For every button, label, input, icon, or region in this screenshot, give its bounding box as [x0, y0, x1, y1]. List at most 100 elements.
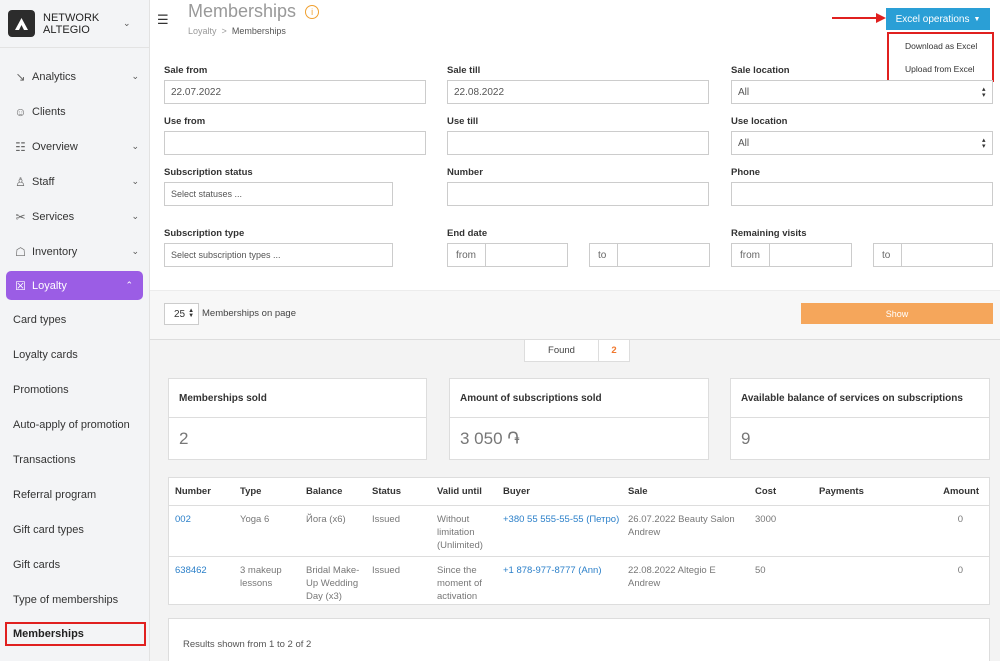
subscription-status-select[interactable]: Select statuses ... — [164, 182, 393, 206]
sidebar-item-loyalty[interactable]: ☒ Loyalty ⌃ — [6, 271, 143, 300]
analytics-icon: ↘ — [15, 69, 26, 84]
col-number: Number — [169, 478, 234, 506]
breadcrumb-parent[interactable]: Loyalty — [188, 26, 217, 36]
cell-type: Yoga 6 — [234, 505, 300, 557]
inventory-icon: ☖ — [15, 244, 26, 259]
cell-amount: 0 — [928, 505, 989, 557]
sidebar-item-overview[interactable]: ☷ Overview ⌄ — [0, 129, 149, 164]
sidebar-subitem-gift-card-types[interactable]: Gift card types — [0, 512, 149, 547]
end-date-from-label: from — [448, 244, 486, 266]
buyer-link[interactable]: +380 55 555-55-55 (Петро) — [497, 505, 622, 557]
excel-operations-button[interactable]: Excel operations ▼ — [886, 8, 990, 30]
cell-valid-until: Since the moment of activation — [437, 564, 482, 602]
chevron-down-icon: ⌄ — [131, 141, 139, 151]
use-from-label: Use from — [164, 116, 206, 127]
found-label: Found — [525, 340, 599, 361]
red-arrow-icon — [832, 13, 886, 23]
network-name: NETWORK ALTEGIO — [43, 11, 100, 36]
sidebar-item-label: Overview — [32, 140, 78, 153]
col-type: Type — [234, 478, 300, 506]
sale-till-label: Sale till — [447, 65, 481, 76]
col-status: Status — [366, 478, 431, 506]
sidebar-item-clients[interactable]: ☺ Clients — [0, 94, 149, 129]
col-balance: Balance — [300, 478, 366, 506]
end-date-to-input[interactable]: to — [589, 243, 710, 267]
sale-till-input[interactable]: 22.08.2022 — [447, 80, 709, 104]
membership-number-link[interactable]: 002 — [169, 505, 234, 557]
cell-balance: Bridal Make-Up Wedding Day (x3) — [306, 564, 360, 602]
found-counter: Found 2 — [524, 340, 630, 362]
sale-location-label: Sale location — [731, 65, 790, 76]
subscription-type-select[interactable]: Select subscription types ... — [164, 243, 393, 267]
number-input[interactable] — [447, 182, 709, 206]
services-icon: ✂ — [15, 209, 26, 224]
col-sale: Sale — [622, 478, 749, 506]
sidebar-subitem-loyalty-cards[interactable]: Loyalty cards — [0, 337, 149, 372]
sale-location-select[interactable]: All — [731, 80, 993, 104]
chevron-down-icon: ⌄ — [123, 18, 131, 28]
results-summary: Results shown from 1 to 2 of 2 — [183, 639, 312, 650]
excel-operations-label: Excel operations — [895, 13, 970, 25]
end-date-to-label: to — [590, 244, 618, 266]
membership-number-link[interactable]: 638462 — [169, 556, 234, 607]
use-location-label: Use location — [731, 116, 788, 127]
sidebar-item-services[interactable]: ✂ Services ⌄ — [0, 199, 149, 234]
sidebar-item-label: Staff — [32, 175, 55, 188]
stat-card-amount-sold: Amount of subscriptions sold 3 050 ֏ — [449, 378, 709, 460]
overview-icon: ☷ — [15, 139, 26, 154]
sidebar-subitem-type-of-memberships[interactable]: Type of memberships — [0, 582, 149, 617]
clients-icon: ☺ — [14, 104, 27, 119]
chevron-down-icon: ⌄ — [131, 176, 139, 186]
sidebar-item-analytics[interactable]: ↘ Analytics ⌄ — [0, 59, 149, 94]
sidebar-subitem-transactions[interactable]: Transactions — [0, 442, 149, 477]
stat-card-memberships-sold: Memberships sold 2 — [168, 378, 427, 460]
show-button[interactable]: Show — [801, 303, 993, 324]
cell-type: 3 makeup lessons — [240, 564, 282, 589]
buyer-link[interactable]: +1 878-977-8777 (Ann) — [497, 556, 622, 607]
table-row: 638462 3 makeup lessons Bridal Make-Up W… — [169, 556, 989, 607]
page-size-select[interactable]: 25 ▲▼ — [164, 303, 199, 325]
remaining-visits-to-label: to — [874, 244, 902, 266]
stat-title: Memberships sold — [169, 379, 426, 418]
end-date-from-input[interactable]: from — [447, 243, 568, 267]
remaining-visits-to-input[interactable]: to — [873, 243, 993, 267]
page-title: Memberships — [188, 1, 297, 21]
breadcrumb-separator: > — [221, 26, 227, 36]
remaining-visits-from-input[interactable]: from — [731, 243, 852, 267]
sidebar-item-inventory[interactable]: ☖ Inventory ⌄ — [0, 234, 149, 269]
sidebar-subitem-memberships[interactable]: Memberships — [4, 621, 147, 647]
sale-location-value: All — [738, 86, 750, 98]
stat-title: Available balance of services on subscri… — [731, 379, 989, 418]
stat-value: 3 050 ֏ — [460, 429, 520, 448]
sidebar-subitem-referral[interactable]: Referral program — [0, 477, 149, 512]
sidebar-subitem-gift-cards[interactable]: Gift cards — [0, 547, 149, 582]
menu-icon[interactable]: ☰ — [157, 12, 169, 28]
sidebar-subitem-auto-apply[interactable]: Auto-apply of promotion — [0, 407, 149, 442]
cell-sale: 22.08.2022 Altegio E Andrew — [628, 564, 716, 589]
chevron-down-icon: ⌄ — [131, 246, 139, 256]
sidebar-subitem-card-types[interactable]: Card types — [0, 302, 149, 337]
chevron-down-icon: ⌄ — [131, 71, 139, 81]
number-label: Number — [447, 167, 483, 178]
info-icon[interactable]: i — [305, 5, 320, 19]
sidebar-item-staff[interactable]: ♙ Staff ⌄ — [0, 164, 149, 199]
network-switcher[interactable]: NETWORK ALTEGIO ⌄ — [0, 0, 149, 48]
cell-cost: 50 — [755, 564, 766, 576]
use-from-input[interactable] — [164, 131, 426, 155]
cell-sale: 26.07.2022 Beauty Salon Andrew — [622, 505, 749, 557]
found-value: 2 — [611, 345, 617, 356]
phone-input[interactable] — [731, 182, 993, 206]
sidebar: NETWORK ALTEGIO ⌄ ↘ Analytics ⌄ ☺ Client… — [0, 0, 150, 661]
loyalty-icon: ☒ — [15, 278, 26, 293]
upload-excel-item[interactable]: Upload from Excel — [889, 57, 992, 80]
breadcrumb: Loyalty > Memberships — [188, 26, 319, 36]
sidebar-subitem-promotions[interactable]: Promotions — [0, 372, 149, 407]
cell-payments — [813, 505, 928, 557]
cell-cost: 3000 — [749, 505, 813, 557]
stat-title: Amount of subscriptions sold — [450, 379, 708, 418]
sale-from-input[interactable]: 22.07.2022 — [164, 80, 426, 104]
download-excel-item[interactable]: Download as Excel — [889, 34, 992, 57]
cell-balance: Йога (x6) — [300, 505, 366, 557]
use-location-select[interactable]: All — [731, 131, 993, 155]
use-till-input[interactable] — [447, 131, 709, 155]
